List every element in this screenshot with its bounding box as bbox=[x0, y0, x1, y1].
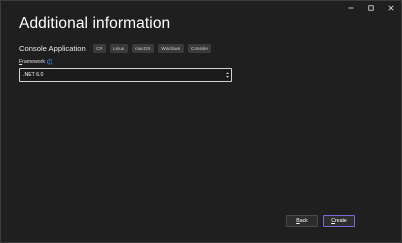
back-button[interactable]: Back bbox=[286, 215, 318, 227]
minimize-button[interactable] bbox=[341, 1, 361, 15]
framework-select[interactable]: .NET 6.0 bbox=[19, 68, 232, 82]
close-icon bbox=[388, 5, 394, 11]
tag-platform-windows: Windows bbox=[157, 43, 184, 53]
framework-label-row: Framework bbox=[19, 59, 53, 65]
dialog-footer: Back Create bbox=[281, 215, 355, 227]
create-button[interactable]: Create bbox=[323, 215, 355, 227]
project-info-row: Console Application C# Linux macOS Windo… bbox=[19, 43, 215, 53]
window-controls bbox=[341, 1, 401, 15]
maximize-button[interactable] bbox=[361, 1, 381, 15]
project-template-name: Console Application bbox=[19, 43, 86, 53]
back-button-label: ack bbox=[299, 218, 308, 224]
close-button[interactable] bbox=[381, 1, 401, 15]
tag-project-type: Console bbox=[187, 43, 212, 53]
maximize-icon bbox=[368, 5, 374, 11]
tag-platform-macos: macOS bbox=[131, 43, 154, 53]
info-icon[interactable] bbox=[47, 59, 53, 65]
tag-platform-linux: Linux bbox=[109, 43, 128, 53]
page-title: Additional information bbox=[19, 15, 171, 32]
create-button-label: reate bbox=[334, 218, 347, 224]
dialog-window: Additional information Console Applicati… bbox=[0, 0, 402, 243]
select-arrows-icon bbox=[226, 72, 229, 78]
framework-label: Framework bbox=[19, 59, 45, 65]
tag-language: C# bbox=[92, 43, 106, 53]
framework-label-text: ramework bbox=[22, 59, 45, 65]
minimize-icon bbox=[348, 7, 354, 9]
framework-select-value: .NET 6.0 bbox=[23, 72, 44, 78]
